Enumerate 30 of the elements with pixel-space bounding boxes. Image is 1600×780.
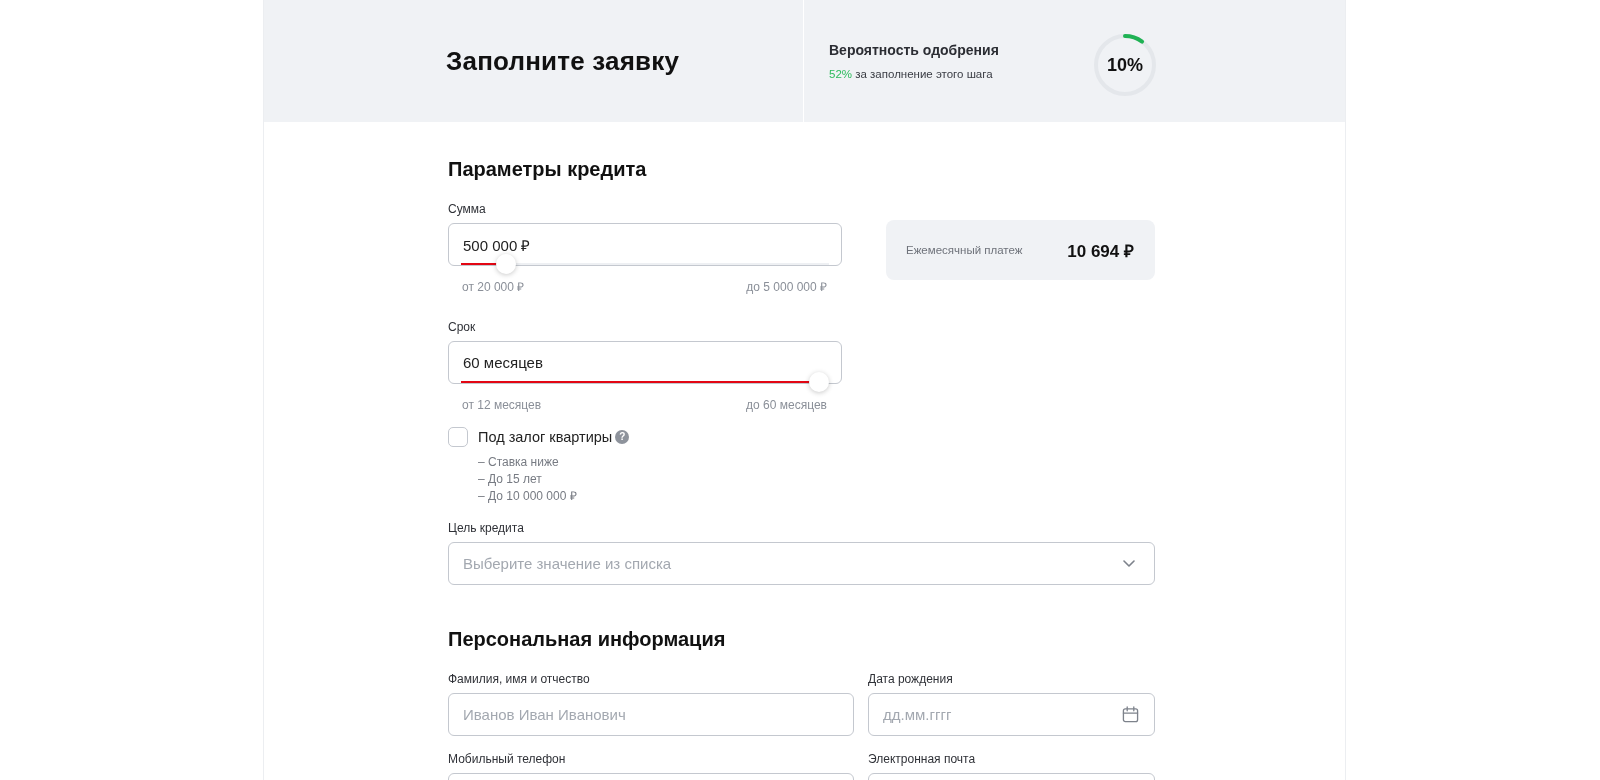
slider-thumb[interactable] (809, 372, 829, 392)
checkbox[interactable] (448, 427, 468, 447)
calendar-icon[interactable] (1122, 706, 1139, 723)
approval-title: Вероятность одобрения (829, 41, 999, 59)
field-label: Электронная почта (868, 751, 977, 767)
approval-note: 52% за заполнение этого шага (829, 67, 994, 81)
field-label: Сумма (448, 201, 487, 217)
slider-thumb[interactable] (495, 254, 516, 274)
progress-percent: 10% (1107, 54, 1143, 76)
benefit-text: – Ставка ниже (478, 454, 560, 471)
chevron-down-icon (1123, 560, 1135, 567)
checkbox-label: Под залог квартиры (478, 429, 613, 445)
section-heading: Параметры кредита (448, 157, 648, 181)
field-label: Цель кредита (448, 520, 525, 536)
text-input[interactable]: Иванов Иван Иванович (448, 693, 854, 736)
page-title: Заполните заявку (446, 45, 680, 77)
field-label: Срок (448, 319, 477, 335)
field-label: Дата рождения (868, 671, 954, 687)
range-min: от 12 месяцев (462, 397, 542, 413)
payment-label: Ежемесячный платеж (906, 244, 1023, 256)
date-input[interactable]: дд.мм.гггг (868, 693, 1155, 736)
benefit-text: – До 10 000 000 ₽ (478, 488, 578, 505)
section-heading: Персональная информация (448, 627, 727, 651)
range-max: до 5 000 000 ₽ (746, 279, 827, 295)
payment-value: 10 694 ₽ (1067, 240, 1134, 262)
range-min: от 20 000 ₽ (462, 279, 525, 295)
range-max: до 60 месяцев (746, 397, 827, 413)
field-label: Фамилия, имя и отчество (448, 671, 591, 687)
benefit-text: – До 15 лет (478, 471, 543, 488)
field-label: Мобильный телефон (448, 751, 567, 767)
